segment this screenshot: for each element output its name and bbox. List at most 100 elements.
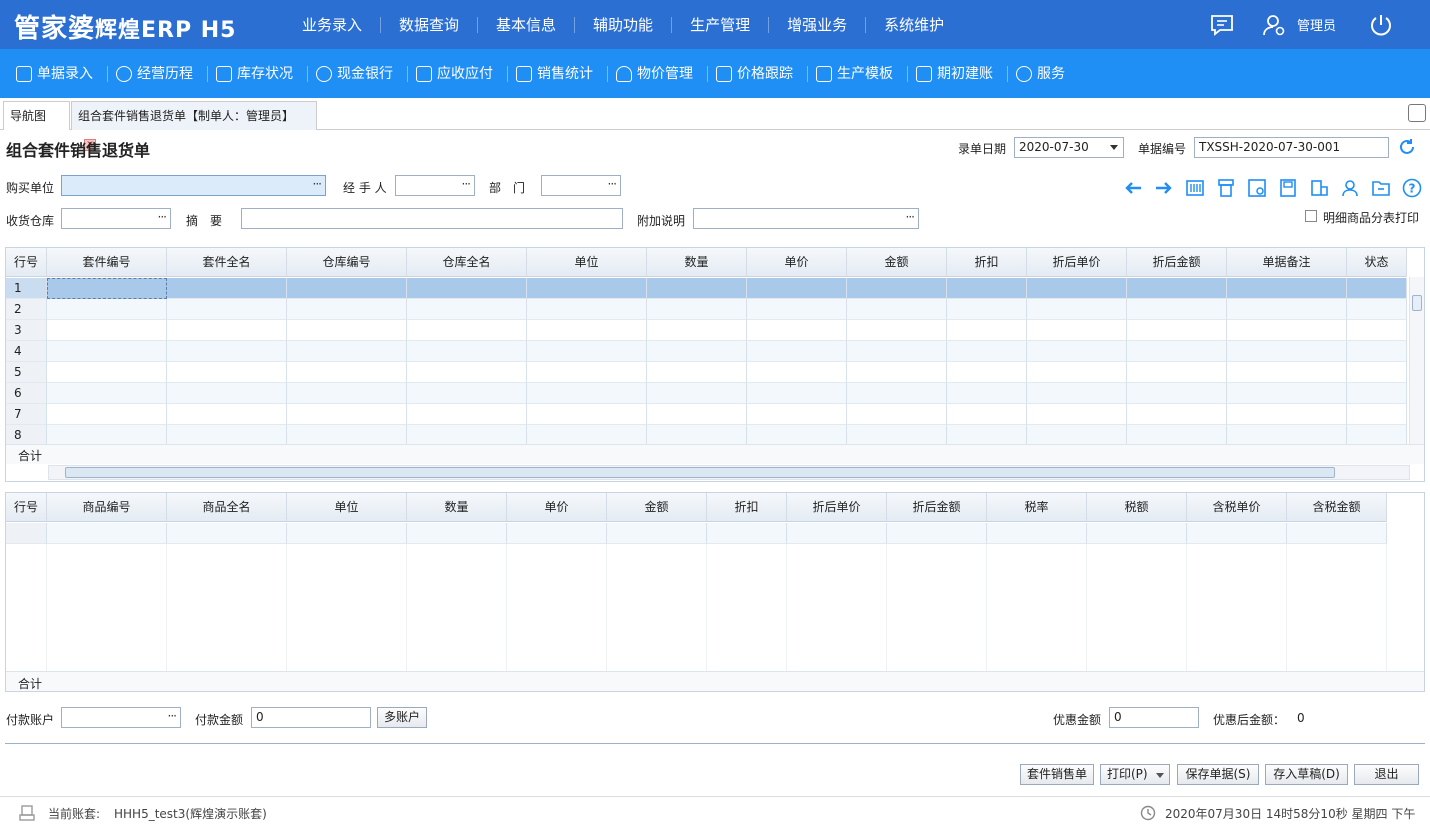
table-cell[interactable] [1027, 320, 1127, 341]
table-cell[interactable] [1347, 320, 1407, 341]
toolbar-production-template[interactable]: 生产模板 [808, 65, 908, 82]
ellipsis-icon[interactable]: ··· [462, 175, 472, 194]
table-cell[interactable] [1227, 404, 1347, 425]
table-cell[interactable] [1087, 523, 1187, 544]
ellipsis-icon[interactable]: ··· [313, 175, 323, 194]
table-cell[interactable] [607, 523, 707, 544]
arrow-left-icon[interactable] [1117, 178, 1148, 198]
table-cell[interactable] [1227, 341, 1347, 362]
table-cell[interactable] [1287, 523, 1387, 544]
toolbar-receivable[interactable]: 应收应付 [408, 65, 508, 82]
help-icon[interactable]: ? [1396, 178, 1427, 198]
table-cell[interactable] [47, 425, 167, 446]
toolbar-business-history[interactable]: 经营历程 [108, 65, 208, 82]
table-cell[interactable] [707, 523, 787, 544]
menu-enhanced[interactable]: 增强业务 [769, 16, 867, 33]
table-cell[interactable] [1227, 362, 1347, 383]
table-row[interactable]: 3 [6, 320, 1407, 341]
table-cell[interactable] [1187, 523, 1287, 544]
kit-col-header[interactable]: 折后金额 [1127, 248, 1227, 277]
table-cell[interactable] [987, 523, 1087, 544]
table-cell[interactable] [1347, 341, 1407, 362]
table-cell[interactable] [1127, 278, 1227, 299]
table-cell[interactable] [747, 404, 847, 425]
table-cell[interactable] [847, 320, 947, 341]
product-col-header[interactable]: 折后金额 [887, 493, 987, 522]
table-cell[interactable] [287, 383, 407, 404]
toolbar-service[interactable]: 服务 [1008, 65, 1079, 82]
table-cell[interactable] [47, 299, 167, 320]
table-cell[interactable] [527, 362, 647, 383]
warehouse-field[interactable]: ··· [61, 208, 171, 229]
menu-system[interactable]: 系统维护 [866, 17, 962, 33]
product-col-header[interactable]: 数量 [407, 493, 507, 522]
table-cell[interactable] [167, 299, 287, 320]
product-col-header[interactable]: 金额 [607, 493, 707, 522]
kit-col-header[interactable]: 套件全名 [167, 248, 287, 277]
table-cell[interactable] [287, 362, 407, 383]
product-col-header[interactable]: 含税金额 [1287, 493, 1387, 522]
table-cell[interactable] [407, 299, 527, 320]
table-cell[interactable] [1027, 362, 1127, 383]
table-cell[interactable] [1347, 404, 1407, 425]
vertical-scrollbar[interactable] [1409, 277, 1424, 444]
table-cell[interactable] [647, 362, 747, 383]
save-icon[interactable] [1272, 178, 1303, 198]
table-cell[interactable] [947, 341, 1027, 362]
person-icon[interactable] [1334, 178, 1365, 198]
table-cell[interactable] [1127, 320, 1227, 341]
table-cell[interactable] [947, 320, 1027, 341]
export-icon[interactable] [1303, 178, 1334, 198]
date-select[interactable]: 2020-07-30 [1014, 137, 1124, 158]
kit-col-header[interactable]: 单据备注 [1227, 248, 1347, 277]
product-col-header[interactable]: 商品编号 [47, 493, 167, 522]
product-col-header[interactable]: 商品全名 [167, 493, 287, 522]
settings-icon[interactable] [1241, 178, 1272, 198]
table-cell[interactable] [167, 278, 287, 299]
print-button[interactable]: 打印(P) [1100, 764, 1170, 785]
table-cell[interactable] [407, 425, 527, 446]
table-cell[interactable] [47, 362, 167, 383]
menu-business-entry[interactable]: 业务录入 [284, 16, 382, 33]
product-col-header[interactable]: 折扣 [707, 493, 787, 522]
multi-account-button[interactable]: 多账户 [377, 707, 427, 728]
toolbar-document-entry[interactable]: 单据录入 [8, 65, 108, 82]
exit-button[interactable]: 退出 [1354, 764, 1419, 785]
table-cell[interactable] [287, 299, 407, 320]
kit-col-header[interactable]: 状态 [1347, 248, 1407, 277]
table-cell[interactable] [647, 383, 747, 404]
table-row[interactable]: 5 [6, 362, 1407, 383]
table-cell[interactable] [407, 278, 527, 299]
table-cell[interactable] [787, 523, 887, 544]
table-cell[interactable] [1227, 278, 1347, 299]
payment-amount-field[interactable]: 0 [251, 707, 371, 728]
scroll-thumb[interactable] [1412, 295, 1422, 311]
kit-col-header[interactable]: 仓库全名 [407, 248, 527, 277]
menu-auxiliary[interactable]: 辅助功能 [575, 16, 673, 33]
toolbar-price-tracking[interactable]: 价格跟踪 [708, 65, 808, 82]
table-cell[interactable] [167, 523, 287, 544]
table-cell[interactable] [647, 278, 747, 299]
table-cell[interactable] [847, 278, 947, 299]
product-col-header[interactable]: 单位 [287, 493, 407, 522]
table-cell[interactable] [407, 320, 527, 341]
table-cell[interactable] [847, 362, 947, 383]
toolbar-sales-stats[interactable]: 销售统计 [508, 65, 608, 82]
toolbar-price-management[interactable]: 物价管理 [608, 65, 708, 82]
table-cell[interactable] [167, 320, 287, 341]
payment-account-field[interactable]: ··· [61, 707, 181, 728]
ellipsis-icon[interactable]: ··· [158, 208, 168, 227]
product-col-header[interactable]: 税率 [987, 493, 1087, 522]
table-cell[interactable] [1127, 383, 1227, 404]
toolbar-inventory[interactable]: 库存状况 [208, 65, 308, 82]
arrow-right-icon[interactable] [1148, 178, 1179, 198]
table-cell[interactable] [747, 320, 847, 341]
kit-col-header[interactable]: 数量 [647, 248, 747, 277]
draft-button[interactable]: 存入草稿(D) [1265, 764, 1348, 785]
kit-col-header[interactable]: 套件编号 [47, 248, 167, 277]
table-cell[interactable] [1127, 341, 1227, 362]
kit-col-header[interactable]: 单价 [747, 248, 847, 277]
table-row[interactable] [6, 523, 1387, 544]
table-cell[interactable] [47, 278, 167, 299]
table-cell[interactable] [167, 425, 287, 446]
